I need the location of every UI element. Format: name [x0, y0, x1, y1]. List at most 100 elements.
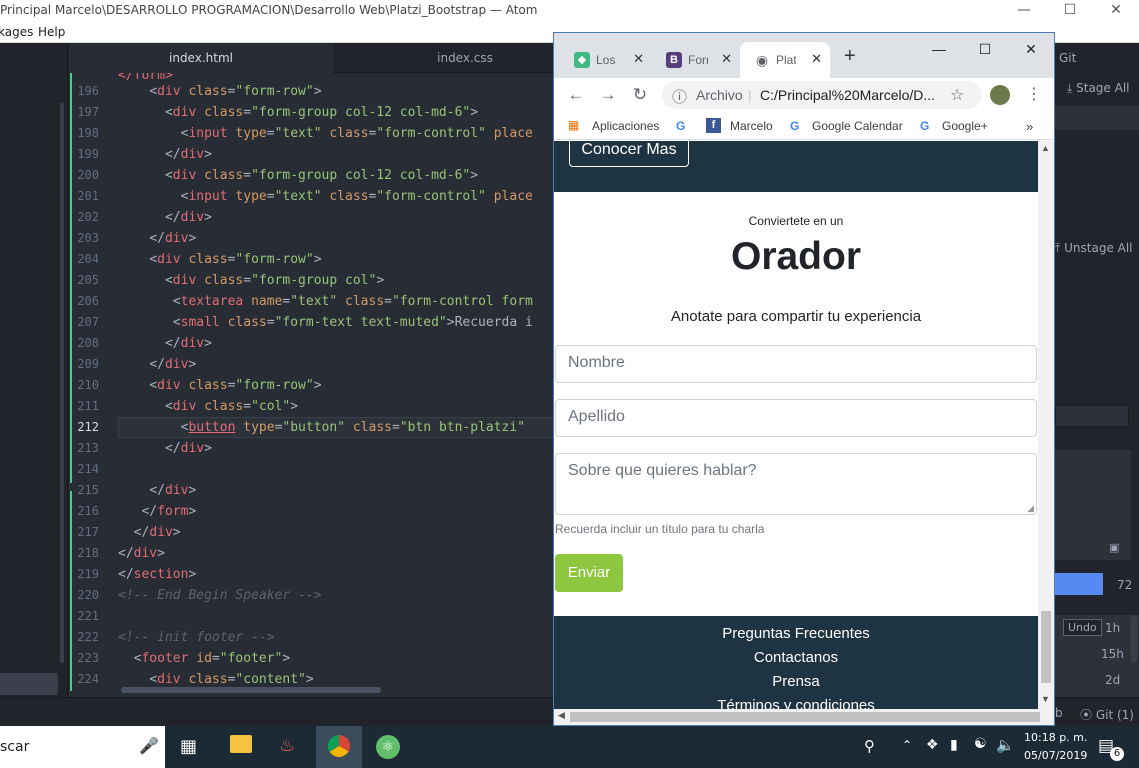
star-icon[interactable]: ☆ — [950, 85, 964, 105]
close-icon[interactable]: ✕ — [1008, 36, 1054, 62]
undo-button[interactable]: Undo — [1063, 619, 1102, 636]
menu-icon[interactable]: ⋮ — [1022, 83, 1046, 107]
bootstrap-icon: B — [666, 52, 682, 68]
paint-icon[interactable]: ♨ — [279, 735, 303, 757]
avatar[interactable] — [990, 85, 1010, 105]
tema-textarea[interactable]: Sobre que quieres hablar? ◢ — [555, 453, 1037, 515]
conocer-mas-button[interactable]: Conocer Mas — [569, 141, 689, 167]
reload-icon[interactable]: ↻ — [628, 83, 652, 107]
scroll-down-icon[interactable]: ▼ — [1041, 694, 1050, 704]
commit-message-field[interactable] — [1055, 405, 1129, 427]
tree-view-scrollbar[interactable] — [60, 103, 64, 663]
tree-view-selected-item[interactable] — [0, 673, 58, 695]
unstage-all-label: Unstage All — [1064, 241, 1133, 255]
scroll-left-icon[interactable]: ◀ — [558, 710, 565, 721]
git-selected-row[interactable] — [1055, 106, 1139, 130]
commit-editor-area[interactable] — [1055, 450, 1131, 560]
bookmark-google-calendar[interactable]: Google Calendar — [812, 119, 903, 133]
bookmark-google-plus[interactable]: Google+ — [942, 119, 988, 133]
line-number: 216 — [77, 504, 99, 518]
show-hidden-icons[interactable]: ⌃ — [902, 738, 912, 752]
task-view-icon[interactable]: ▦ — [180, 736, 197, 757]
chrome-tab-1[interactable]: ◆ Los f ✕ — [560, 42, 652, 78]
forward-icon[interactable]: → — [596, 83, 620, 107]
stage-all-label: Stage All — [1076, 81, 1130, 95]
bookmark-marcelo[interactable]: Marcelo — [730, 119, 773, 133]
taskbar-search-box[interactable]: scar 🎤 — [0, 726, 165, 768]
more-bookmarks-icon[interactable]: » — [1026, 119, 1033, 134]
footer-link-prensa[interactable]: Prensa — [554, 673, 1038, 690]
bookmark-aplicaciones[interactable]: Aplicaciones — [592, 119, 659, 133]
file-explorer-icon[interactable] — [230, 735, 252, 753]
tab-label: index.html — [169, 51, 233, 65]
expand-icon[interactable]: ▣ — [1109, 541, 1119, 554]
back-icon[interactable]: ← — [564, 83, 588, 107]
enviar-button[interactable]: Enviar — [555, 554, 623, 592]
line-number: 224 — [77, 672, 99, 686]
page-vertical-scrollbar[interactable]: ▲ ▼ — [1038, 141, 1054, 709]
section-kicker: Conviertete en un — [748, 214, 844, 228]
line-number: 217 — [77, 525, 99, 539]
microphone-icon[interactable]: 🎤 — [139, 736, 159, 755]
git-status-button[interactable]: ⦿ Git (1) — [1080, 706, 1134, 723]
address-bar[interactable]: ⓘ Archivo | C:/Principal%20Marcelo/D... … — [662, 81, 982, 109]
menu-help[interactable]: Help — [38, 25, 65, 39]
atom-taskbar-button[interactable]: ⚛ — [365, 726, 411, 768]
address-prefix: Archivo — [696, 87, 743, 103]
scrollbar-thumb[interactable] — [1041, 611, 1051, 683]
code-editor[interactable]: 196 197 198 199 200 201 202 203 204 205 206 207 208 2… — [69, 73, 554, 697]
line-number: 197 — [77, 105, 99, 119]
google-icon: G — [790, 119, 800, 133]
maximize-icon[interactable]: ☐ — [1047, 0, 1093, 22]
footer-link-terminos[interactable]: Términos y condiciones — [554, 697, 1038, 709]
nombre-input[interactable]: Nombre — [555, 345, 1037, 383]
volume-icon[interactable]: 🔈 — [996, 736, 1015, 754]
address-url: C:/Principal%20Marcelo/D... — [760, 87, 936, 103]
close-icon[interactable]: ✕ — [1093, 0, 1139, 22]
people-icon[interactable]: ⚲ — [864, 737, 875, 755]
stage-all-button[interactable]: ⤓ Stage All — [1067, 81, 1130, 96]
editor-horizontal-scrollbar[interactable] — [121, 687, 381, 693]
minimize-icon[interactable]: — — [916, 36, 962, 62]
line-number: 221 — [77, 609, 99, 623]
line-number: 206 — [77, 294, 99, 308]
unstage-all-button[interactable]: ⤒ Unstage All — [1055, 241, 1133, 256]
editor-tab-bar: index.html index.css — [69, 43, 554, 73]
chrome-tab-2[interactable]: B Form ✕ — [652, 42, 740, 78]
page-horizontal-scrollbar[interactable]: ◀ — [554, 709, 1054, 725]
line-number: 202 — [77, 210, 99, 224]
battery-icon[interactable]: ▮ — [950, 737, 958, 753]
facebook-icon: f — [706, 118, 721, 133]
dropbox-icon[interactable]: ❖ — [926, 737, 939, 753]
chrome-taskbar-button[interactable] — [316, 726, 362, 768]
apps-grid-icon: ▦ — [568, 118, 579, 132]
line-number: 200 — [77, 168, 99, 182]
footer-link-preguntas[interactable]: Preguntas Frecuentes — [554, 625, 1038, 642]
line-number: 198 — [77, 126, 99, 140]
close-tab-icon[interactable]: ✕ — [811, 51, 822, 67]
close-tab-icon[interactable]: ✕ — [633, 51, 644, 67]
chrome-tab-strip: ◆ Los f ✕ B Form ✕ ◉ Platz ✕ + — ☐ ✕ — [554, 33, 1054, 78]
clock-date[interactable]: 05/07/2019 — [1024, 749, 1087, 762]
hscrollbar-thumb[interactable] — [570, 712, 1040, 722]
commit-button[interactable] — [1055, 573, 1103, 595]
new-tab-button[interactable]: + — [844, 45, 856, 68]
tab-index-html[interactable]: index.html — [69, 43, 333, 73]
git-scrollbar[interactable] — [1131, 615, 1137, 663]
close-tab-icon[interactable]: ✕ — [721, 51, 732, 67]
line-number: 204 — [77, 252, 99, 266]
google-icon: G — [920, 119, 930, 133]
scroll-up-icon[interactable]: ▲ — [1041, 143, 1050, 153]
wifi-icon[interactable]: ☯ — [974, 736, 987, 752]
line-number: 211 — [77, 399, 99, 413]
menu-packages[interactable]: kages — [0, 25, 33, 39]
chrome-tab-3-active[interactable]: ◉ Platz ✕ — [740, 42, 830, 78]
minimize-icon[interactable]: — — [1001, 0, 1047, 22]
footer-link-contactanos[interactable]: Contactanos — [554, 649, 1038, 666]
atom-icon: ⚛ — [376, 735, 400, 759]
maximize-icon[interactable]: ☐ — [962, 36, 1008, 62]
tree-view-dock — [0, 43, 68, 697]
apellido-input[interactable]: Apellido — [555, 399, 1037, 437]
resize-handle-icon[interactable]: ◢ — [1027, 503, 1034, 514]
clock-time[interactable]: 10:18 p. m. — [1024, 731, 1087, 744]
